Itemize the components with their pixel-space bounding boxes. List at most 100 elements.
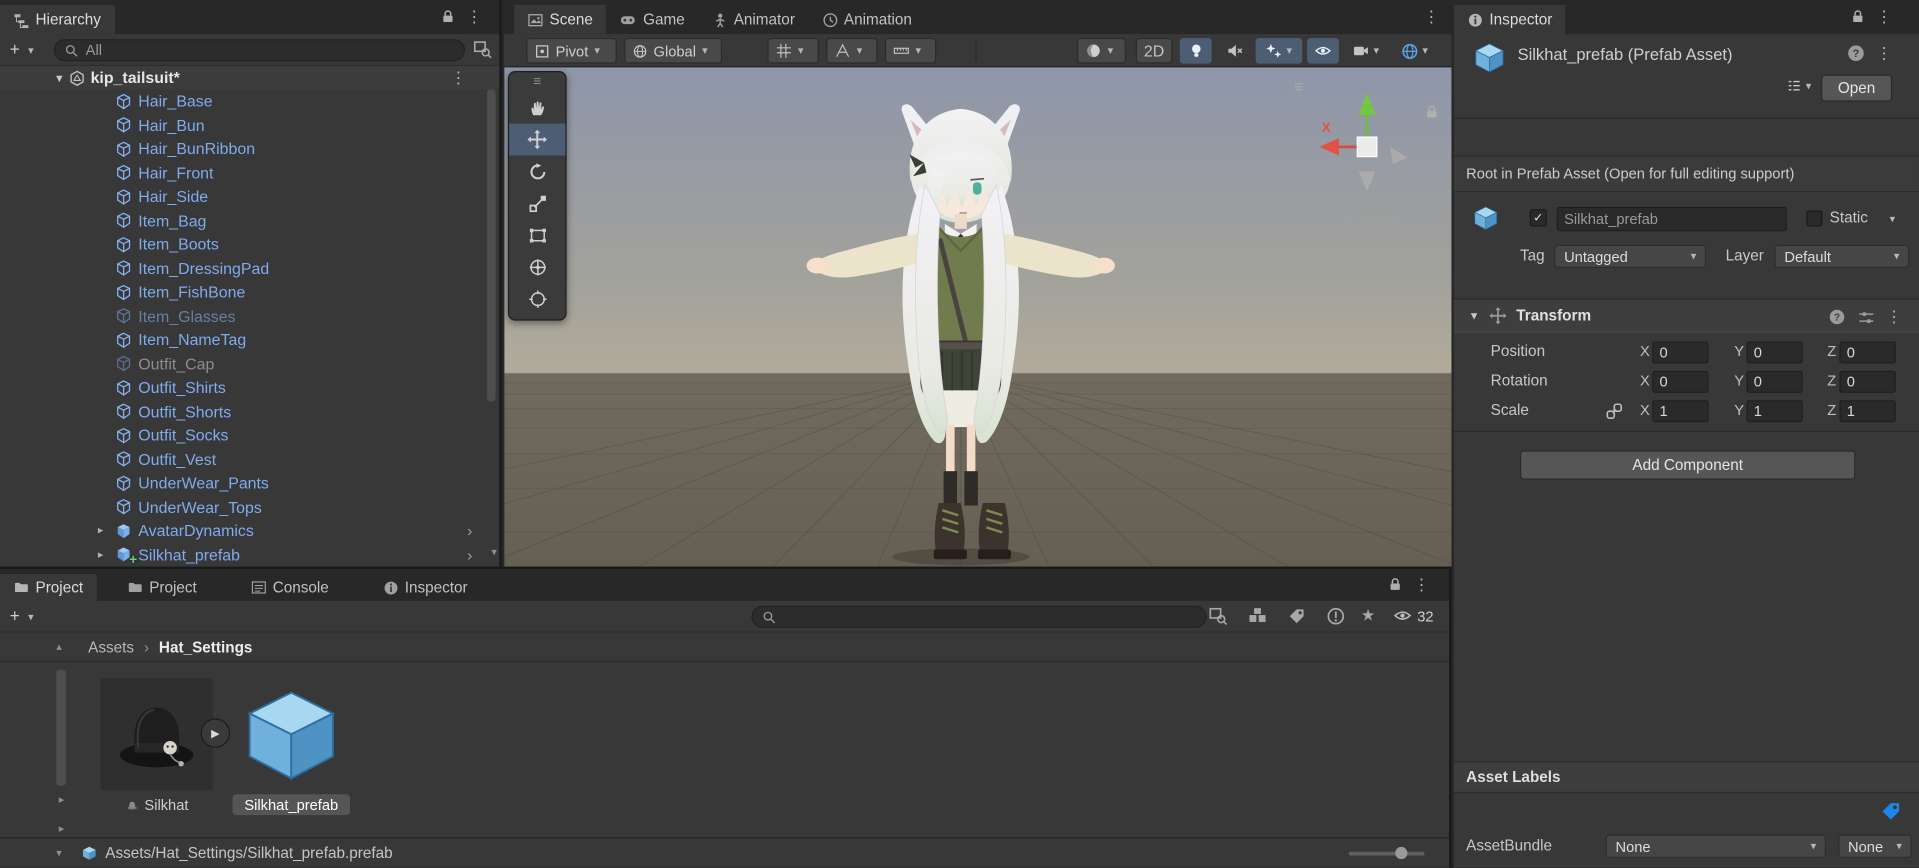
hierarchy-item[interactable]: + Hair_Front <box>0 161 499 185</box>
scale-z-field[interactable]: 1 <box>1839 400 1896 423</box>
open-prefab-arrow-icon[interactable]: › <box>467 546 472 564</box>
folder-foldout-icon[interactable]: ▸ <box>59 822 65 835</box>
axis-y-label[interactable]: Y <box>1734 343 1744 360</box>
folder-pane-scrollbar[interactable] <box>56 669 67 786</box>
transform-tool[interactable] <box>509 251 565 283</box>
axis-x-label[interactable]: X <box>1640 372 1650 389</box>
shading-mode-dropdown[interactable]: ▾ <box>1076 37 1126 64</box>
pick-window-icon[interactable] <box>473 40 492 59</box>
hierarchy-item[interactable]: + Outfit_Cap <box>0 352 499 376</box>
scroll-up-icon[interactable]: ▴ <box>56 640 62 653</box>
toggle-2d[interactable]: 2D <box>1135 37 1173 64</box>
open-prefab-arrow-icon[interactable]: › <box>467 522 472 540</box>
active-checkbox[interactable]: ✓ <box>1529 209 1547 227</box>
rect-tool[interactable] <box>509 219 565 251</box>
folder-foldout-icon[interactable]: ▸ <box>59 793 65 806</box>
scene-menu-icon[interactable]: ⋮ <box>450 70 466 86</box>
save-search-star-icon[interactable]: ★ <box>1361 606 1375 626</box>
lock-icon[interactable] <box>1388 576 1403 592</box>
rotate-tool[interactable] <box>509 155 565 187</box>
axis-z-label[interactable]: Z <box>1827 343 1836 360</box>
position-z-field[interactable]: 0 <box>1839 341 1896 364</box>
axis-y-label[interactable]: Y <box>1734 401 1744 418</box>
scroll-down-icon[interactable]: ▾ <box>56 846 62 859</box>
breadcrumb-root[interactable]: Assets <box>88 638 134 655</box>
scene-foldout-icon[interactable]: ▼ <box>54 72 69 84</box>
scale-label[interactable]: Scale <box>1491 401 1529 418</box>
name-field[interactable]: Silkhat_prefab <box>1556 206 1787 232</box>
tab-animator[interactable]: Animator <box>698 5 808 34</box>
lock-icon[interactable] <box>441 9 456 25</box>
inspector-list-mode-icon[interactable]: ▾ <box>1786 78 1811 93</box>
hierarchy-scrollbar[interactable] <box>487 89 496 402</box>
transform-menu-icon[interactable]: ⋮ <box>1886 308 1902 324</box>
tab-game[interactable]: Game <box>606 5 698 34</box>
view-hand-tool[interactable] <box>509 92 565 124</box>
hierarchy-item[interactable]: + Item_NameTag <box>0 328 499 352</box>
project-create-button[interactable]: + <box>10 606 20 626</box>
hidden-count-eye-icon[interactable] <box>1393 607 1413 624</box>
hierarchy-item[interactable]: + Item_Glasses <box>0 304 499 328</box>
hierarchy-item[interactable]: + Outfit_Vest <box>0 447 499 471</box>
asset-silkhat-thumbnail[interactable] <box>100 678 213 791</box>
static-checkbox[interactable] <box>1806 210 1823 227</box>
project-search-input[interactable] <box>751 605 1207 628</box>
hierarchy-item[interactable]: + Hair_BunRibbon <box>0 137 499 161</box>
hierarchy-item[interactable]: + Hair_Base <box>0 89 499 113</box>
asset-labels-header[interactable]: Asset Labels <box>1453 761 1919 794</box>
asset-label-tag-icon[interactable] <box>1880 800 1902 822</box>
snap-increment-dropdown[interactable]: ▾ <box>884 37 937 64</box>
global-dropdown[interactable]: Global ▾ <box>624 37 723 64</box>
scene-menu-icon[interactable]: ⋮ <box>1423 9 1439 25</box>
hierarchy-item[interactable]: + Item_DressingPad <box>0 256 499 280</box>
project-create-caret-icon[interactable]: ▾ <box>28 611 34 623</box>
tab-console[interactable]: Console <box>237 574 342 601</box>
scale-y-field[interactable]: 1 <box>1746 400 1803 423</box>
overlay-drag-handle[interactable]: ≡ <box>509 72 565 92</box>
hierarchy-menu-icon[interactable]: ⋮ <box>466 9 482 25</box>
lock-icon[interactable] <box>1850 9 1865 25</box>
scene-viewport[interactable]: ≡ ≡ X ≺ Persp <box>504 67 1452 567</box>
toggle-audio[interactable] <box>1219 38 1251 64</box>
thumbnail-zoom-slider[interactable] <box>1348 846 1425 860</box>
tab-project[interactable]: Project <box>114 574 211 601</box>
project-menu-icon[interactable]: ⋮ <box>1414 576 1430 592</box>
hierarchy-item[interactable]: + Outfit_Shorts <box>0 400 499 424</box>
tab-inspector[interactable]: Inspector <box>1453 4 1566 35</box>
toggle-scene-lighting[interactable] <box>1179 37 1212 64</box>
rotation-label[interactable]: Rotation <box>1491 372 1548 389</box>
asset-silkhat-prefab-thumbnail[interactable] <box>235 678 348 791</box>
tab-project-active[interactable]: Project <box>0 573 97 601</box>
gizmo-persp-label[interactable]: ≺ Persp <box>1343 212 1400 230</box>
create-caret-icon[interactable]: ▾ <box>28 45 34 56</box>
axis-z-label[interactable]: Z <box>1827 401 1836 418</box>
tab-inspector-docked[interactable]: Inspector <box>369 574 481 601</box>
position-y-field[interactable]: 0 <box>1746 341 1803 364</box>
hierarchy-search-input[interactable]: All <box>53 39 466 62</box>
help-icon[interactable]: ? <box>1847 44 1865 62</box>
hierarchy-item[interactable]: + UnderWear_Pants <box>0 471 499 495</box>
hierarchy-item[interactable]: + Hair_Bun <box>0 113 499 137</box>
rotation-z-field[interactable]: 0 <box>1839 370 1896 393</box>
tag-dropdown[interactable]: Untagged ▾ <box>1554 244 1707 269</box>
asset-silkhat-prefab-label[interactable]: Silkhat_prefab <box>232 794 351 816</box>
hierarchy-item[interactable]: + Hair_Side <box>0 185 499 209</box>
scene-overlay-handle[interactable]: ≡ <box>1294 77 1305 95</box>
scroll-down-icon[interactable]: ▾ <box>491 546 497 559</box>
static-caret-icon[interactable]: ▾ <box>1890 214 1896 225</box>
asset-header-menu-icon[interactable]: ⋮ <box>1876 45 1892 61</box>
layer-dropdown[interactable]: Default ▾ <box>1774 244 1910 269</box>
search-by-type-icon[interactable] <box>1248 607 1266 625</box>
scene-orientation-gizmo[interactable]: X <box>1314 86 1419 208</box>
hierarchy-item[interactable]: ▸ + Silkhat_prefab › <box>0 543 499 567</box>
foldout-icon[interactable]: ▸ <box>98 524 115 537</box>
axis-x-label[interactable]: X <box>1640 343 1650 360</box>
axis-z-label[interactable]: Z <box>1827 372 1836 389</box>
tab-scene[interactable]: Scene <box>514 4 607 35</box>
toggle-scene-visibility[interactable] <box>1307 37 1339 64</box>
scale-tool[interactable] <box>509 187 565 219</box>
hierarchy-item[interactable]: + Item_Bag <box>0 209 499 233</box>
custom-tool[interactable] <box>509 283 565 315</box>
grid-snap-dropdown[interactable]: ▾ <box>767 37 819 64</box>
inspector-menu-icon[interactable]: ⋮ <box>1876 9 1892 25</box>
